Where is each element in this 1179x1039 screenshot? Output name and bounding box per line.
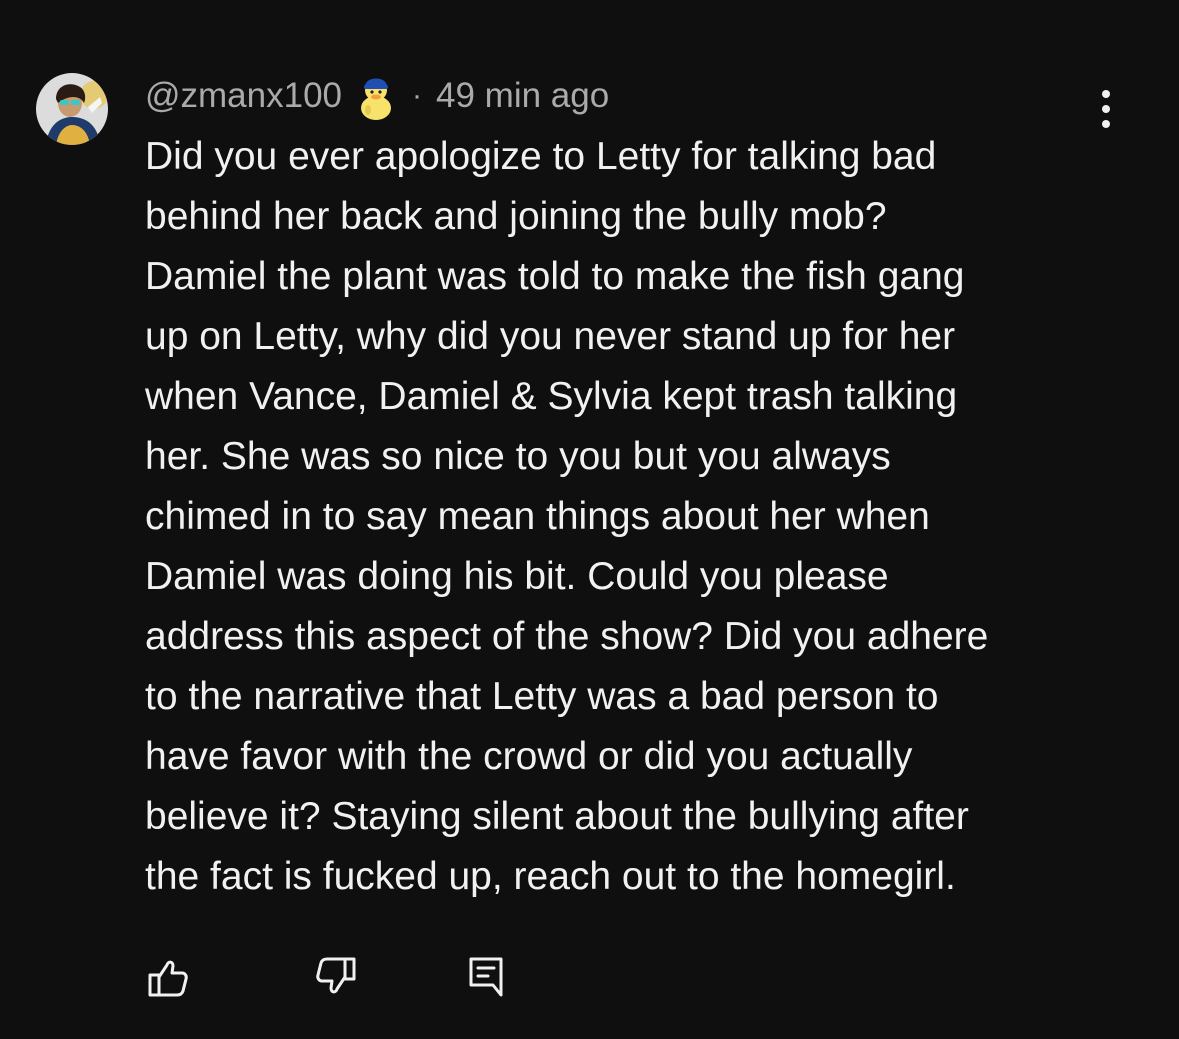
author-handle[interactable]: @zmanx100 — [145, 76, 342, 116]
comment-line: chimed in to say mean things about her w… — [145, 495, 930, 538]
reply-icon[interactable] — [466, 955, 506, 999]
comment-actions — [0, 955, 1179, 1003]
avatar-image — [36, 73, 108, 145]
comment-line: Damiel the plant was told to make the fi… — [145, 255, 965, 298]
comment-line: the fact is fucked up, reach out to the … — [145, 855, 956, 898]
meta-separator: · — [412, 79, 423, 112]
comment-line: when Vance, Damiel & Sylvia kept trash t… — [145, 375, 958, 418]
thumbs-up-icon[interactable] — [146, 955, 190, 999]
comment-line: to the narrative that Letty was a bad pe… — [145, 675, 939, 718]
yellow-duck-badge-icon — [356, 70, 396, 122]
more-vertical-icon[interactable] — [1088, 86, 1124, 132]
timestamp[interactable]: 49 min ago — [436, 76, 609, 116]
comment-line: address this aspect of the show? Did you… — [145, 615, 989, 658]
comment-thread-item: @zmanx100 · 49 min ago Did you ever apol… — [0, 0, 1179, 1039]
comment-line: Damiel was doing his bit. Could you plea… — [145, 555, 889, 598]
comment-line: have favor with the crowd or did you act… — [145, 735, 913, 778]
comment-line: up on Letty, why did you never stand up … — [145, 315, 956, 358]
comment-line: believe it? Staying silent about the bul… — [145, 795, 969, 838]
comment-line: Did you ever apologize to Letty for talk… — [145, 135, 937, 178]
comment-header: @zmanx100 · 49 min ago — [145, 70, 609, 122]
comment-text: Did you ever apologize to Letty for talk… — [145, 127, 1105, 907]
avatar[interactable] — [36, 73, 108, 145]
comment-line: her. She was so nice to you but you alwa… — [145, 435, 891, 478]
thumbs-down-icon[interactable] — [314, 955, 358, 999]
comment-line: behind her back and joining the bully mo… — [145, 195, 887, 238]
